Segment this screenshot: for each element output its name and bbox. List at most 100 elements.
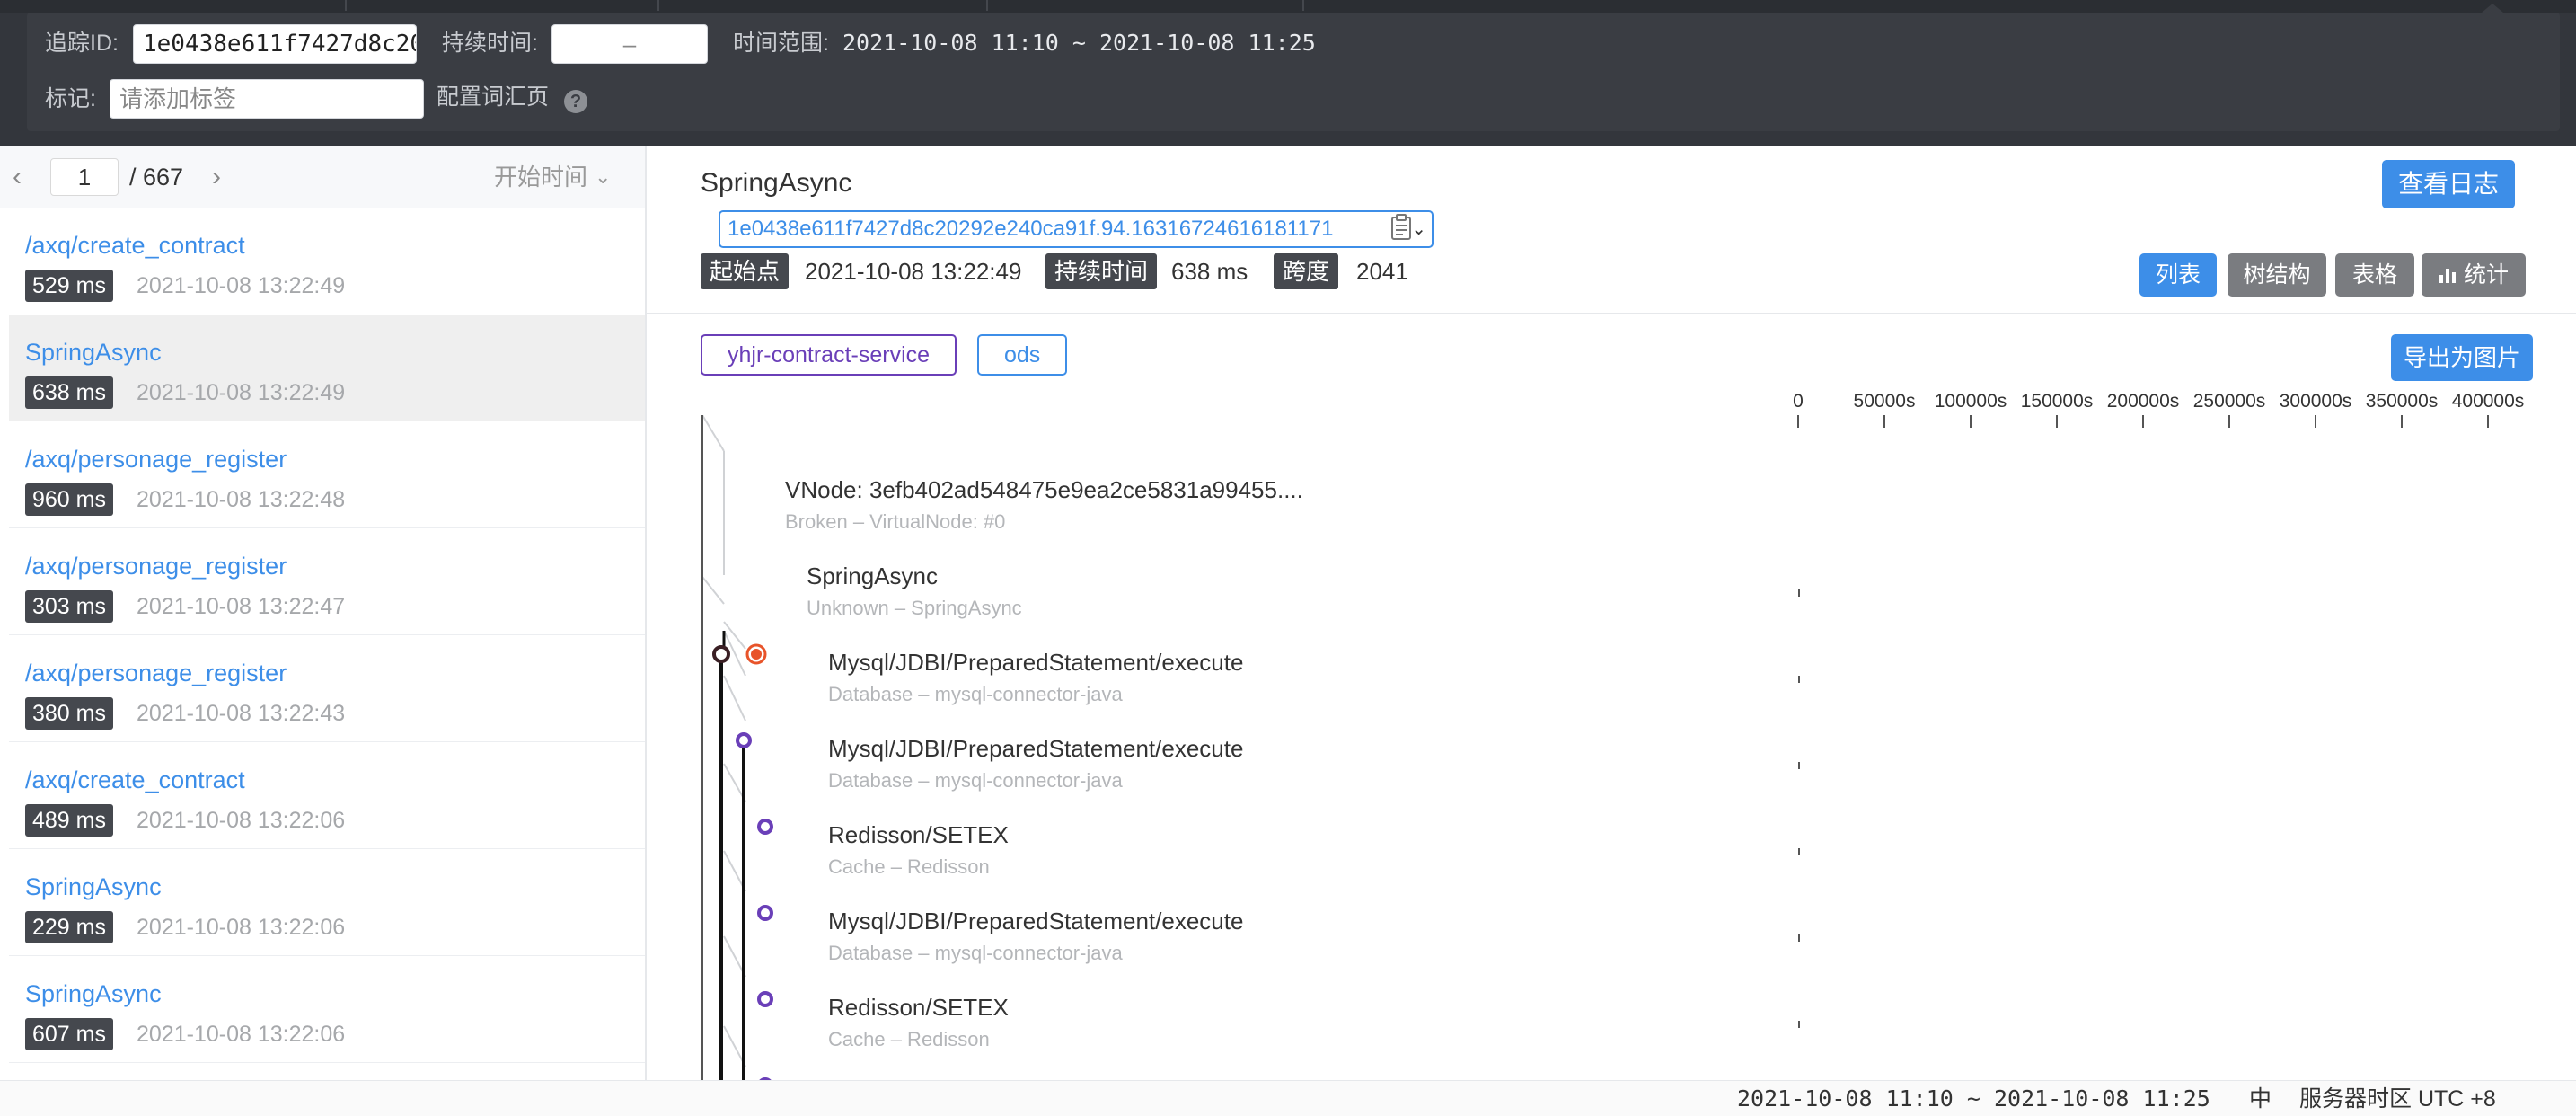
trace-id-label: 追踪ID: — [45, 31, 119, 56]
span-title[interactable]: SpringAsync — [807, 561, 938, 591]
timezone-label[interactable]: 服务器时区 UTC +8 — [2299, 1081, 2496, 1116]
trace-time: 2021-10-08 13:22:06 — [137, 915, 346, 940]
trace-name[interactable]: SpringAsync — [25, 979, 162, 1009]
trace-id-select-value: 1e0438e611f7427d8c20292e240ca91f.94.1631… — [728, 217, 1334, 241]
span-duration-bar — [1798, 1021, 1800, 1028]
stats-view-label: 统计 — [2463, 262, 2509, 288]
span-title[interactable]: Mysql/JDBI/PreparedStatement/execute — [828, 647, 1243, 678]
bar-chart-icon — [2439, 269, 2456, 283]
nav-separator — [986, 0, 988, 11]
span-title[interactable]: Redisson/SETEX — [828, 992, 1009, 1023]
trace-id-select[interactable]: 1e0438e611f7427d8c20292e240ca91f.94.1631… — [719, 210, 1434, 248]
trace-name[interactable]: /axq/personage_register — [25, 444, 287, 474]
trace-time: 2021-10-08 13:22:06 — [137, 1022, 346, 1047]
trace-list-item[interactable]: SpringAsync 229 ms 2021-10-08 13:22:06 — [9, 850, 645, 956]
tree-view-button[interactable]: 树结构 — [2228, 253, 2326, 297]
help-icon[interactable]: ? — [564, 90, 587, 113]
trace-name[interactable]: /axq/create_contract — [25, 765, 245, 795]
config-vocab-link[interactable]: 配置词汇页 — [437, 83, 549, 111]
tag-input[interactable]: 请添加标签 — [110, 79, 424, 119]
span-subtitle: Cache – Redisson — [828, 855, 990, 878]
span-title[interactable]: Redisson/SETEX — [828, 819, 1009, 850]
start-point-tag: 起始点 — [701, 253, 790, 289]
export-image-button[interactable]: 导出为图片 — [2391, 334, 2533, 381]
trace-name[interactable]: /axq/personage_register — [25, 658, 287, 688]
span-title[interactable]: Mysql/JDBI/PreparedStatement/execute — [828, 906, 1243, 936]
span-title[interactable]: VNode: 3efb402ad548475e9ea2ce5831a99455.… — [785, 474, 1303, 505]
duration-badge: 960 ms — [25, 483, 113, 516]
span-duration-bar — [1798, 676, 1800, 683]
chevron-down-icon[interactable]: ⌄ — [595, 146, 611, 208]
span-node-icon[interactable] — [755, 903, 775, 923]
trace-name[interactable]: /axq/create_contract — [25, 230, 245, 261]
axis-tick: 300000s — [2279, 391, 2352, 412]
nav-separator — [1302, 0, 1304, 11]
span-duration-bar — [1798, 589, 1800, 597]
duration-badge: 489 ms — [25, 804, 113, 837]
trace-list-item[interactable]: /axq/personage_register 380 ms 2021-10-0… — [9, 636, 645, 742]
trace-name[interactable]: SpringAsync — [25, 872, 162, 902]
duration-badge: 303 ms — [25, 590, 113, 623]
table-view-button[interactable]: 表格 — [2335, 253, 2414, 297]
sort-dropdown[interactable]: 开始时间 — [494, 146, 587, 208]
page-total: / 667 — [129, 164, 184, 190]
list-view-button[interactable]: 列表 — [2139, 253, 2217, 297]
duration-badge: 529 ms — [25, 270, 113, 302]
start-point-value: 2021-10-08 13:22:49 — [805, 258, 1022, 285]
page-number-input[interactable]: 1 — [50, 158, 119, 196]
duration-badge: 638 ms — [25, 376, 113, 409]
next-page-icon[interactable]: › — [212, 146, 221, 208]
trace-list-item[interactable]: SpringAsync 607 ms 2021-10-08 13:22:06 — [9, 957, 645, 1063]
span-count-value: 2041 — [1356, 258, 1408, 285]
duration-label: 持续时间: — [442, 31, 538, 56]
broken-node-icon[interactable] — [744, 642, 769, 667]
clipboard-copy-icon[interactable] — [1390, 214, 1412, 241]
trace-list-item[interactable]: /axq/create_contract 489 ms 2021-10-08 1… — [9, 743, 645, 849]
trace-list-item-selected[interactable]: SpringAsync 638 ms 2021-10-08 13:22:49 — [9, 315, 645, 421]
trace-id-input[interactable]: 1e0438e611f7427d8c202 — [133, 24, 417, 64]
trace-title: SpringAsync — [701, 168, 852, 198]
trace-name[interactable]: /axq/personage_register — [25, 551, 287, 581]
span-subtitle: Database – mysql-connector-java — [828, 683, 1123, 705]
time-range-value[interactable]: 2021-10-08 11:10 ~ 2021-10-08 11:25 — [842, 29, 1316, 58]
trace-list-panel: ‹ 1 / 667 › 开始时间 ⌄ /axq/create_contract … — [0, 146, 647, 1080]
nav-separator — [345, 0, 347, 11]
span-node-icon[interactable] — [710, 643, 732, 665]
span-duration-bar — [1798, 762, 1800, 769]
span-node-icon[interactable] — [755, 817, 775, 837]
span-duration-bar — [1798, 934, 1800, 942]
duration-badge: 380 ms — [25, 697, 113, 730]
axis-tick: 200000s — [2106, 391, 2180, 412]
span-title[interactable]: Mysql/JDBI/PreparedStatement/execute — [828, 733, 1243, 764]
span-node-icon[interactable] — [755, 989, 775, 1009]
detail-divider — [647, 313, 2576, 314]
prev-page-icon[interactable]: ‹ — [13, 146, 22, 208]
trace-list-item[interactable]: /axq/personage_register 960 ms 2021-10-0… — [9, 422, 645, 528]
service-tag-ods[interactable]: ods — [977, 334, 1068, 376]
span-subtitle: Unknown – SpringAsync — [807, 597, 1022, 619]
span-count-tag: 跨度 — [1274, 253, 1339, 289]
span-subtitle: Cache – Redisson — [828, 1028, 990, 1050]
view-log-button[interactable]: 查看日志 — [2382, 160, 2515, 208]
trace-time: 2021-10-08 13:22:49 — [137, 380, 346, 405]
service-tag-contract[interactable]: yhjr-contract-service — [701, 334, 957, 376]
language-toggle[interactable]: 中 — [2249, 1081, 2272, 1116]
trace-list-item[interactable]: /axq/personage_register 303 ms 2021-10-0… — [9, 529, 645, 635]
trace-time: 2021-10-08 13:22:49 — [137, 273, 346, 298]
stats-view-button[interactable]: 统计 — [2422, 253, 2526, 297]
duration-tag: 持续时间 — [1045, 253, 1158, 289]
axis-tick: 400000s — [2451, 391, 2525, 412]
axis-tick: 150000s — [2020, 391, 2094, 412]
trace-name[interactable]: SpringAsync — [25, 337, 162, 368]
axis-tick: 350000s — [2365, 391, 2439, 412]
pagination-bar: ‹ 1 / 667 › 开始时间 ⌄ — [0, 146, 645, 208]
duration-value: 638 ms — [1171, 258, 1248, 285]
footer-time-range[interactable]: 2021-10-08 11:10 ~ 2021-10-08 11:25 — [1737, 1081, 2210, 1116]
span-node-icon[interactable] — [734, 731, 754, 750]
tag-label: 标记: — [45, 86, 96, 111]
top-filter-bar: 追踪ID: 1e0438e611f7427d8c202 持续时间: – 时间范围… — [0, 0, 2576, 146]
nav-separator — [657, 0, 659, 11]
trace-list-item[interactable]: /axq/create_contract 529 ms 2021-10-08 1… — [9, 208, 645, 314]
trace-detail-panel: SpringAsync 1e0438e611f7427d8c20292e240c… — [647, 146, 2576, 1080]
duration-input[interactable]: – — [551, 24, 708, 64]
